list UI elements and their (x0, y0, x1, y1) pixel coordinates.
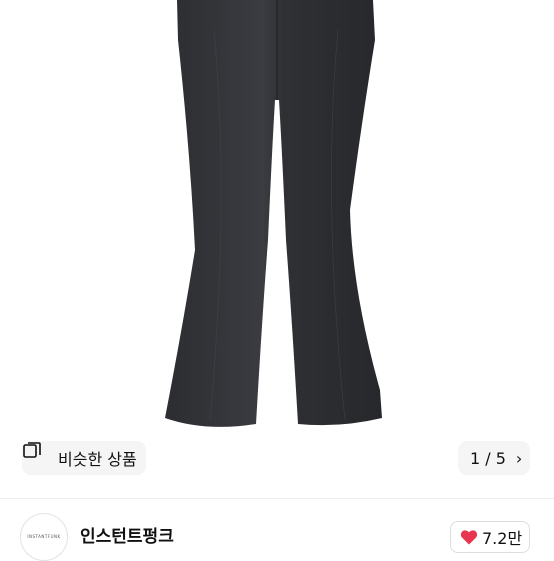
similar-items-icon (23, 442, 52, 468)
avatar-logo: INSTANTFUNK (27, 534, 61, 539)
like-button[interactable]: 7.2만 (450, 521, 530, 553)
similar-items-button[interactable]: 비슷한 상품 (22, 441, 146, 475)
like-count: 7.2만 (482, 529, 523, 548)
pager-label: 1 / 5 (470, 448, 506, 468)
seller-name[interactable]: 인스턴트펑크 (80, 522, 174, 547)
pants-shape (165, 0, 382, 427)
product-image-area[interactable]: 비슷한 상품 1 / 5 › (0, 0, 554, 498)
image-pager[interactable]: 1 / 5 › (458, 441, 530, 475)
similar-items-label: 비슷한 상품 (58, 450, 137, 469)
seller-row[interactable]: INSTANTFUNK 인스턴트펑크 7.2만 (0, 499, 554, 561)
product-photo (165, 0, 382, 427)
chevron-right-icon: › (515, 448, 523, 468)
heart-icon (460, 530, 478, 545)
